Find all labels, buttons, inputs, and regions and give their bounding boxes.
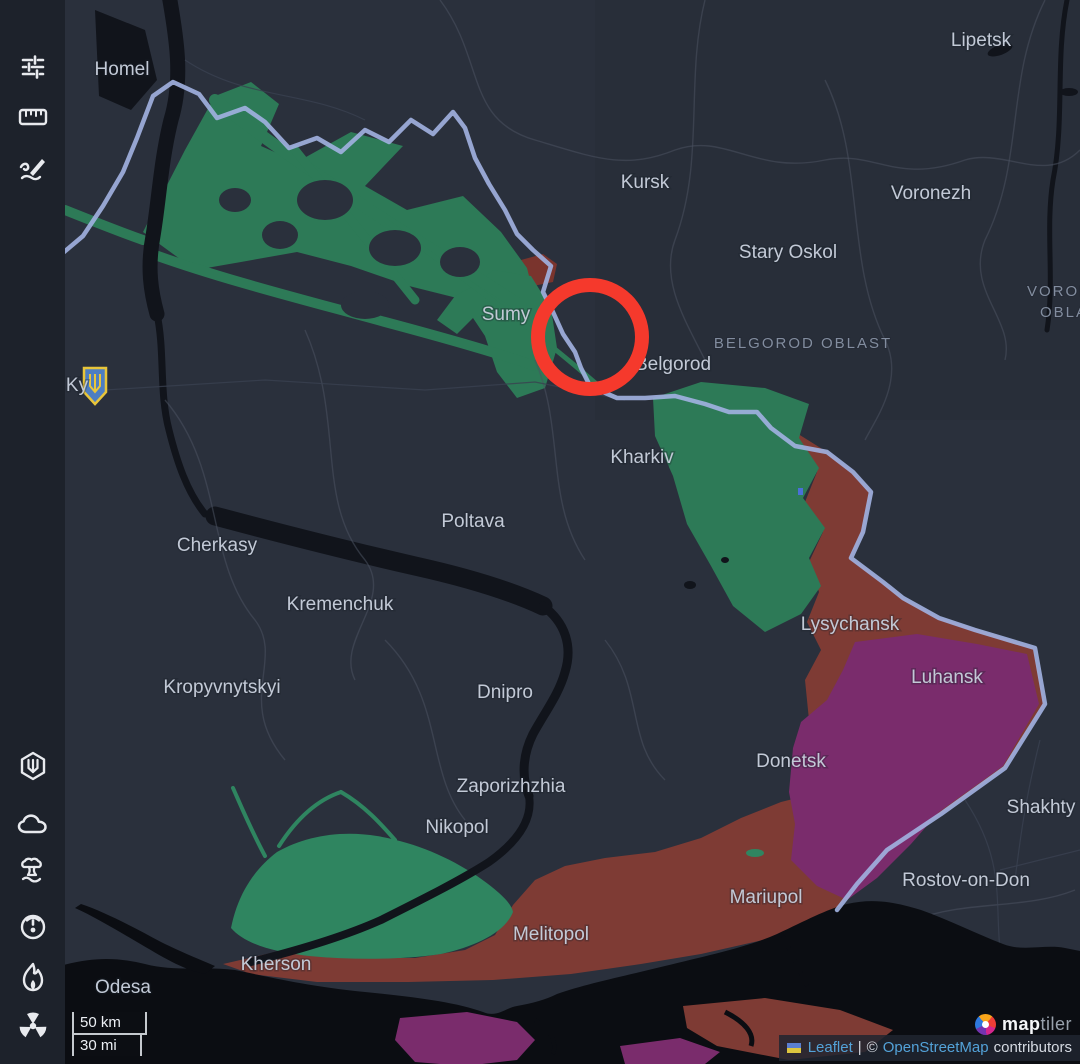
map-label-nikopol: Nikopol (425, 817, 488, 838)
map-label-lysychansk: Lysychansk (801, 614, 900, 635)
maptiler-swirl-icon (975, 1014, 996, 1035)
trident-shield-icon (19, 751, 47, 781)
ukraine-flag-icon (787, 1043, 801, 1053)
openstreetmap-link[interactable]: OpenStreetMap (883, 1039, 989, 1056)
explosion-layer-button[interactable] (15, 853, 51, 889)
map-label-cherkasy: Cherkasy (177, 535, 258, 556)
cloud-icon (17, 813, 49, 835)
scale-mi: 30 mi (72, 1035, 142, 1056)
map-canvas[interactable]: Homel Lipetsk Kursk Voronezh Stary Oskol Sumy… (65, 0, 1080, 1064)
sliders-icon (19, 52, 47, 80)
map-application: Homel Lipetsk Kursk Voronezh Stary Oskol Sumy… (0, 0, 1080, 1064)
map-label-voronezh: Voronezh (891, 183, 971, 204)
attribution-suffix: contributors (994, 1039, 1072, 1056)
map-label-kremenchuk: Kremenchuk (287, 594, 394, 615)
map-label-voronezh-oblast-1: VORONEZH (1027, 283, 1080, 300)
scale-control: 50 km 30 mi (72, 1012, 147, 1056)
map-label-luhansk: Luhansk (911, 667, 983, 688)
map-label-belgorod: Belgorod (635, 354, 711, 375)
map-label-homel: Homel (95, 59, 150, 80)
attribution-copyright: © (867, 1039, 878, 1056)
siren-icon (18, 911, 48, 941)
radiation-icon (18, 1011, 48, 1041)
map-label-sumy: Sumy (482, 304, 531, 325)
map-label-lipetsk: Lipetsk (951, 30, 1012, 51)
map-label-dnipro: Dnipro (477, 682, 533, 703)
map-label-shakhty: Shakhty (1007, 797, 1076, 818)
scale-km: 50 km (72, 1012, 147, 1035)
measure-button[interactable] (15, 99, 51, 135)
map-label-kharkiv: Kharkiv (610, 447, 674, 468)
trident-layer-button[interactable] (15, 748, 51, 784)
draw-button[interactable] (15, 150, 51, 186)
layers-settings-button[interactable] (15, 48, 51, 84)
leaflet-link[interactable]: Leaflet (808, 1039, 853, 1056)
poi-blue-marker (798, 488, 803, 495)
weather-layer-button[interactable] (15, 806, 51, 842)
map-label-rostov-on-don: Rostov-on-Don (902, 870, 1030, 891)
map-label-kropyvnytskyi: Kropyvnytskyi (163, 677, 280, 698)
attribution-separator: | (858, 1039, 862, 1056)
map-label-voronezh-oblast-2: OBLAST (1040, 304, 1080, 321)
maptiler-word-tiler: tiler (1040, 1014, 1072, 1034)
maptiler-logo[interactable]: maptiler (975, 1014, 1072, 1035)
map-label-poltava: Poltava (441, 511, 505, 532)
mushroom-cloud-icon (18, 856, 48, 886)
map-label-odesa: Odesa (95, 977, 151, 998)
map-label-belgorod-oblast: BELGOROD OBLAST (714, 335, 892, 352)
ruler-icon (18, 106, 48, 128)
flame-icon (20, 962, 46, 992)
draw-icon (18, 153, 48, 183)
map-label-melitopol: Melitopol (513, 924, 589, 945)
map-label-donetsk: Donetsk (756, 751, 826, 772)
map-label-kherson: Kherson (241, 954, 312, 975)
map-label-stary-oskol: Stary Oskol (739, 242, 837, 263)
map-label-mariupol: Mariupol (730, 887, 803, 908)
left-toolbar (0, 0, 65, 1064)
fires-layer-button[interactable] (15, 959, 51, 995)
radiation-layer-button[interactable] (15, 1008, 51, 1044)
attribution-bar: Leaflet | © OpenStreetMap contributors (779, 1035, 1080, 1061)
maptiler-word-map: map (1002, 1014, 1041, 1034)
liberated-nikopol-bit (746, 849, 764, 857)
map-label-kyiv: Ky (66, 375, 89, 396)
map-label-zaporizhzhia: Zaporizhzhia (457, 776, 566, 797)
air-alert-layer-button[interactable] (15, 908, 51, 944)
map-label-kursk: Kursk (621, 172, 670, 193)
